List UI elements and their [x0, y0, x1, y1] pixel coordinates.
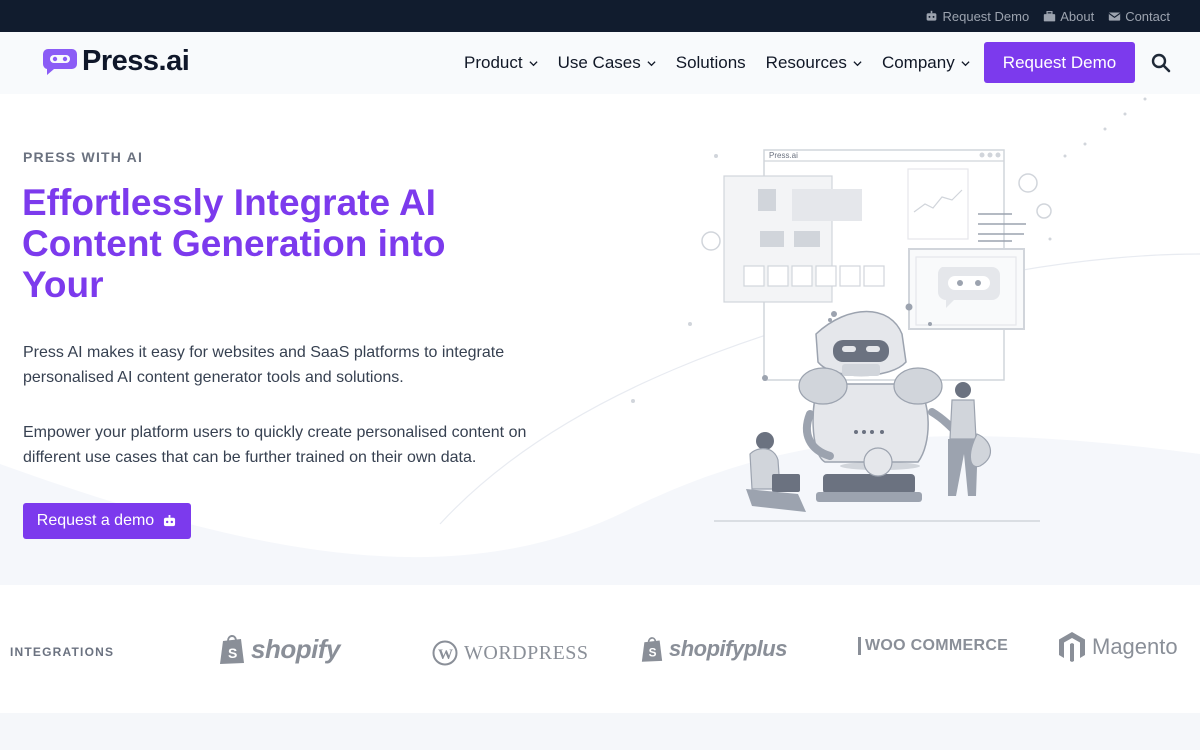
shopify-bag-icon: S [641, 637, 663, 662]
chevron-down-icon [529, 60, 538, 66]
hero-eyebrow: PRESS WITH AI [23, 149, 144, 165]
utility-link-about[interactable]: About [1043, 9, 1094, 24]
nav-item-solutions[interactable]: Solutions [676, 53, 746, 73]
svg-text:S: S [228, 645, 237, 661]
brand-magento: Magento [1058, 631, 1178, 663]
chevron-down-icon [647, 60, 656, 66]
brand-woocommerce: WOO COMMERCE [858, 637, 1008, 655]
brand-name: shopify [251, 633, 340, 664]
hero-illustration: Press.ai [631, 97, 1147, 522]
logo[interactable]: Press.ai [42, 45, 190, 78]
wordpress-logo-icon: W [432, 640, 458, 666]
brand-shopify-plus: S shopifyplus [641, 635, 787, 663]
brand-wordpress: W WordPress [432, 640, 589, 666]
utility-link-contact[interactable]: Contact [1108, 9, 1170, 24]
svg-text:W: W [438, 647, 453, 663]
nav-item-company[interactable]: Company [882, 53, 970, 73]
brand-name: WOO COMMERCE [858, 637, 1008, 655]
logo-text: Press.ai [82, 45, 190, 77]
magento-logo-icon [1059, 632, 1085, 662]
utility-link-label: Contact [1125, 8, 1170, 24]
nav-item-label: Solutions [675, 53, 746, 72]
integrations-label: INTEGRATIONS [10, 645, 115, 659]
illustration-window-title: Press.ai [769, 151, 798, 160]
utility-link-label: Request Demo [942, 8, 1030, 24]
chevron-down-icon [853, 60, 862, 66]
top-utility-bar: Request Demo About Contact [0, 0, 1200, 32]
nav-item-use-cases[interactable]: Use Cases [558, 53, 656, 73]
briefcase-icon [1044, 10, 1056, 21]
brand-name: shopifyplus [669, 636, 787, 661]
request-demo-button[interactable]: Request Demo [984, 42, 1135, 83]
hero-section: PRESS WITH AI Effortlessly Integrate AI … [0, 94, 1200, 585]
nav-item-resources[interactable]: Resources [766, 53, 862, 73]
svg-text:S: S [649, 646, 657, 660]
press-ai-logo-icon [42, 48, 77, 75]
next-section-strip [0, 713, 1200, 750]
nav-item-label: Resources [765, 53, 847, 72]
request-a-demo-button[interactable]: Request a demo [23, 503, 191, 539]
cta-label: Request a demo [36, 512, 155, 529]
nav-item-label: Company [881, 53, 955, 72]
nav-item-label: Product [464, 53, 523, 72]
hero-paragraph-1: Press AI makes it easy for websites and … [23, 344, 505, 386]
nav-item-product[interactable]: Product [464, 53, 538, 73]
hero-paragraph-2: Empower your platform users to quickly c… [23, 424, 527, 466]
nav-item-label: Use Cases [557, 53, 641, 72]
envelope-icon [1108, 11, 1121, 21]
main-nav: Product Use Cases Solutions Resources Co… [464, 32, 990, 94]
main-header: Press.ai Product Use Cases Solutions Res… [0, 32, 1200, 94]
integrations-section: INTEGRATIONS S shopify W WordPress S sho… [0, 585, 1200, 713]
shopify-bag-icon: S [220, 635, 244, 664]
utility-links: Request Demo About Contact [925, 0, 1170, 32]
chevron-down-icon [961, 60, 970, 66]
robot-icon [164, 514, 176, 526]
search-icon[interactable] [1150, 52, 1172, 74]
robot-icon [927, 10, 937, 21]
utility-link-request-demo[interactable]: Request Demo [925, 9, 1029, 24]
brand-name: Magento [1092, 634, 1178, 659]
brand-name: WordPress [464, 641, 589, 664]
hero-headline: Effortlessly Integrate AI Content Genera… [22, 182, 446, 305]
brand-shopify: S shopify [219, 633, 340, 665]
utility-link-label: About [1060, 8, 1095, 24]
